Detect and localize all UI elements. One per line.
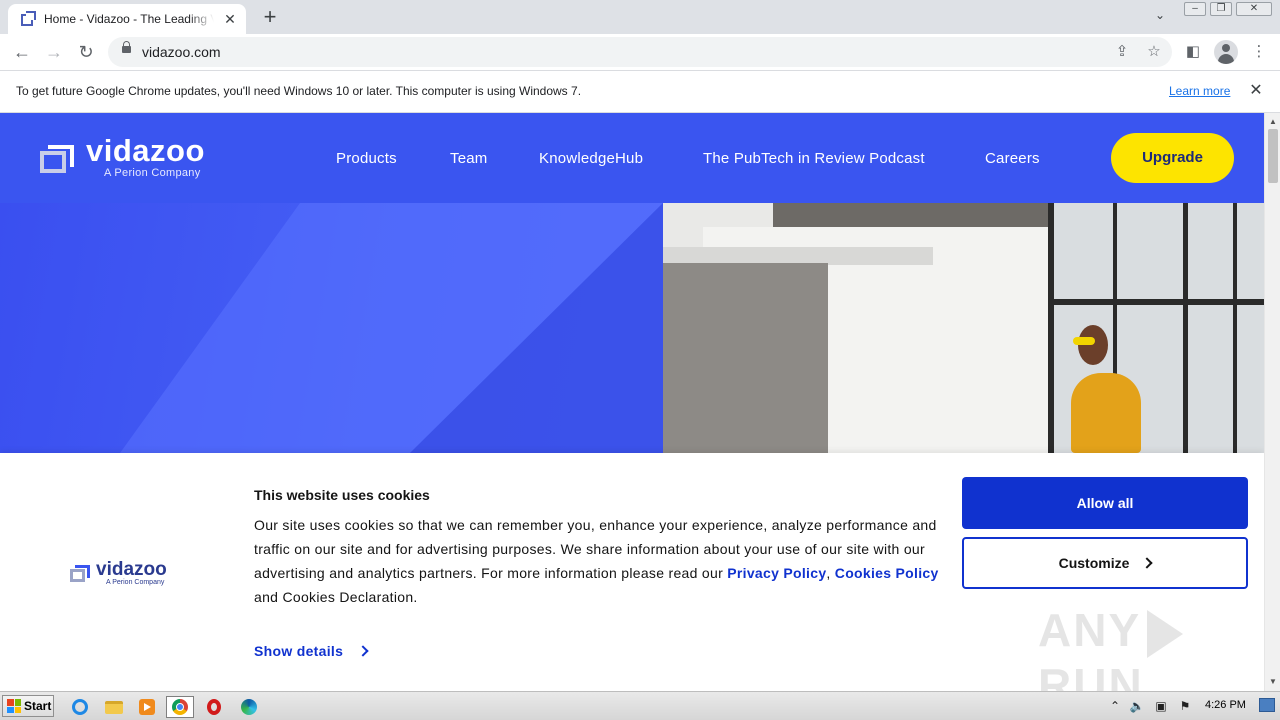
photo-window-frame	[1183, 203, 1188, 453]
browser-tab-vidazoo[interactable]: Home - Vidazoo - The Leading Video ✕	[8, 4, 246, 34]
close-window-icon[interactable]: ✕	[1236, 2, 1272, 16]
customize-button[interactable]: Customize	[962, 537, 1248, 589]
share-icon[interactable]: ⇪	[1112, 42, 1132, 62]
photo-person-glasses	[1073, 337, 1095, 345]
nav-products[interactable]: Products	[336, 150, 397, 167]
network-icon[interactable]: ▣	[1152, 696, 1170, 716]
taskbar-clock[interactable]: 4:26 PM	[1205, 699, 1246, 711]
start-button[interactable]: Start	[2, 695, 54, 717]
cookie-title: This website uses cookies	[254, 487, 430, 503]
start-label: Start	[24, 699, 52, 713]
photo-window-frame	[1233, 203, 1237, 453]
hero-section	[0, 203, 1264, 453]
chevron-right-icon	[1141, 557, 1154, 569]
lock-icon[interactable]	[122, 41, 131, 53]
page-scrollbar[interactable]: ▲ ▼	[1264, 113, 1280, 691]
cookie-banner: vidazoo A Perion Company This website us…	[0, 453, 1264, 691]
address-bar[interactable]: vidazoo.com ⇪ ☆	[108, 37, 1172, 67]
customize-label: Customize	[1058, 555, 1130, 571]
photo-window-crossbar	[1048, 299, 1264, 305]
site-header: vidazoo A Perion Company Products Team K…	[0, 113, 1264, 203]
anyrun-watermark: ANYRUN	[1038, 603, 1264, 691]
address-url[interactable]: vidazoo.com	[142, 44, 221, 60]
action-center-flag-icon[interactable]: ⚑	[1176, 696, 1194, 716]
minimize-window-icon[interactable]: –	[1184, 2, 1206, 16]
watermark-right: RUN	[1038, 658, 1144, 691]
vidazoo-logo-mark-icon	[40, 145, 74, 175]
learn-more-link[interactable]: Learn more	[1169, 84, 1230, 98]
forward-arrow-icon[interactable]: →	[42, 40, 66, 64]
hero-photo	[663, 203, 1264, 453]
upgrade-button[interactable]: Upgrade	[1111, 133, 1234, 183]
nav-careers[interactable]: Careers	[985, 150, 1040, 167]
allow-all-button[interactable]: Allow all	[962, 477, 1248, 529]
internet-explorer-icon[interactable]	[66, 696, 94, 718]
cookie-body-text-end: and Cookies Declaration.	[254, 589, 418, 605]
restore-window-icon[interactable]: ❐	[1210, 2, 1232, 16]
windows-taskbar: Start ⌃ 🔈 ▣ ⚑ 4:26 PM	[0, 691, 1280, 720]
volume-icon[interactable]: 🔈	[1128, 696, 1146, 716]
tab-close-icon[interactable]: ✕	[222, 11, 238, 27]
back-arrow-icon[interactable]: ←	[10, 40, 34, 64]
photo-person-body	[1071, 373, 1141, 453]
show-desktop-icon[interactable]	[1259, 698, 1275, 712]
opera-icon[interactable]	[200, 696, 228, 718]
chrome-menu-kebab-icon[interactable]: ⋮	[1248, 41, 1270, 63]
nav-knowledgehub[interactable]: KnowledgeHub	[539, 150, 643, 167]
photo-person-head	[1078, 325, 1108, 365]
chrome-taskbar-icon[interactable]	[166, 696, 194, 718]
reload-icon[interactable]: ↻	[74, 40, 98, 64]
photo-window-frame	[1048, 203, 1054, 453]
cookie-vidazoo-logo: vidazoo A Perion Company	[70, 559, 180, 591]
nav-podcast[interactable]: The PubTech in Review Podcast	[703, 150, 925, 167]
logo-tagline: A Perion Company	[104, 167, 201, 179]
update-infobar: To get future Google Chrome updates, you…	[0, 71, 1280, 113]
page-viewport: vidazoo A Perion Company Products Team K…	[0, 113, 1264, 691]
cookie-body: Our site uses cookies so that we can rem…	[254, 513, 944, 609]
photo-ledge	[663, 263, 828, 453]
scrollbar-thumb[interactable]	[1268, 129, 1278, 183]
hero-blue-panel	[0, 203, 663, 453]
tab-search-chevron-icon[interactable]: ⌄	[1150, 8, 1170, 26]
infobar-close-icon[interactable]: ✕	[1246, 81, 1266, 101]
vidazoo-logo-mark-icon	[70, 565, 90, 583]
watermark-play-icon	[1147, 609, 1184, 658]
bookmark-star-icon[interactable]: ☆	[1144, 42, 1164, 62]
windows-flag-icon	[7, 699, 21, 713]
cookie-logo-wordmark: vidazoo	[96, 559, 167, 580]
nav-team[interactable]: Team	[450, 150, 487, 167]
logo-wordmark: vidazoo	[86, 133, 205, 168]
new-tab-plus-icon[interactable]: +	[258, 6, 282, 30]
edge-icon[interactable]	[235, 696, 263, 718]
privacy-policy-link[interactable]: Privacy Policy	[727, 565, 826, 581]
file-explorer-folder-icon[interactable]	[100, 696, 128, 718]
vidazoo-logo[interactable]: vidazoo A Perion Company	[40, 133, 230, 185]
infobar-message: To get future Google Chrome updates, you…	[16, 84, 582, 98]
cookie-logo-tagline: A Perion Company	[106, 579, 165, 586]
tab-strip: Home - Vidazoo - The Leading Video ✕ + ⌄…	[0, 0, 1280, 34]
vidazoo-favicon-icon	[20, 11, 36, 27]
watermark-left: ANY	[1038, 604, 1142, 656]
show-details-label: Show details	[254, 643, 344, 659]
scroll-up-arrow-icon[interactable]: ▲	[1265, 115, 1280, 129]
media-player-icon[interactable]	[133, 696, 161, 718]
show-details-toggle[interactable]: Show details	[254, 643, 369, 659]
tray-expand-arrow-icon[interactable]: ⌃	[1108, 696, 1122, 716]
side-panel-icon[interactable]: ◧	[1182, 41, 1204, 63]
photo-ceiling	[773, 203, 1083, 227]
scroll-down-arrow-icon[interactable]: ▼	[1265, 675, 1280, 689]
cookie-body-separator: ,	[826, 565, 835, 581]
profile-avatar-icon[interactable]	[1214, 40, 1238, 64]
browser-toolbar: ← → ↻ vidazoo.com ⇪ ☆ ◧ ⋮	[0, 34, 1280, 71]
cookies-policy-link[interactable]: Cookies Policy	[835, 565, 939, 581]
chevron-right-icon	[357, 645, 369, 657]
tab-title: Home - Vidazoo - The Leading Video	[44, 12, 214, 26]
